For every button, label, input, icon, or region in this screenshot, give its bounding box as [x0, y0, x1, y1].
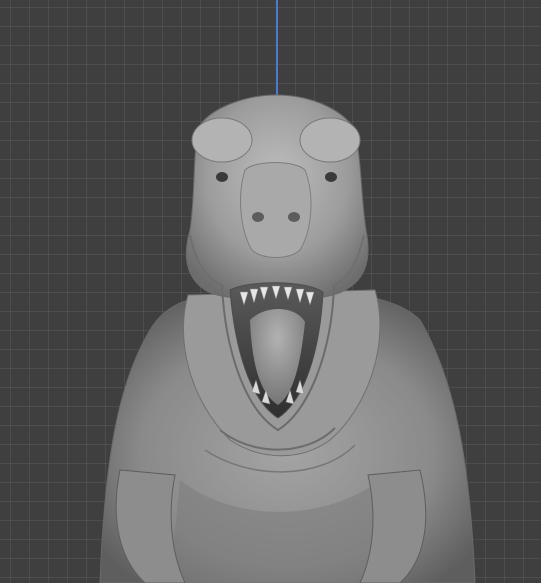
right-eye: [325, 172, 337, 182]
left-eye: [216, 172, 228, 182]
head: [185, 94, 369, 301]
t-rex-model[interactable]: [0, 0, 541, 583]
3d-viewport[interactable]: [0, 0, 541, 583]
